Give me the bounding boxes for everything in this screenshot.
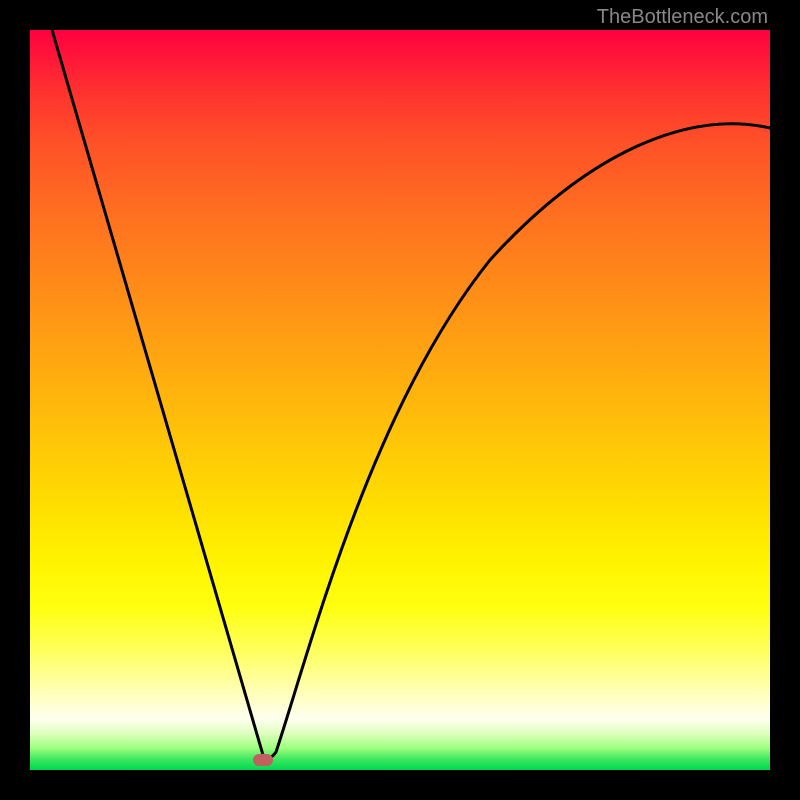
- bottleneck-curve: [52, 30, 770, 758]
- curve-layer: [30, 30, 770, 770]
- watermark-text: TheBottleneck.com: [597, 6, 768, 29]
- minimum-marker: [253, 754, 273, 766]
- chart-frame: TheBottleneck.com: [0, 0, 800, 800]
